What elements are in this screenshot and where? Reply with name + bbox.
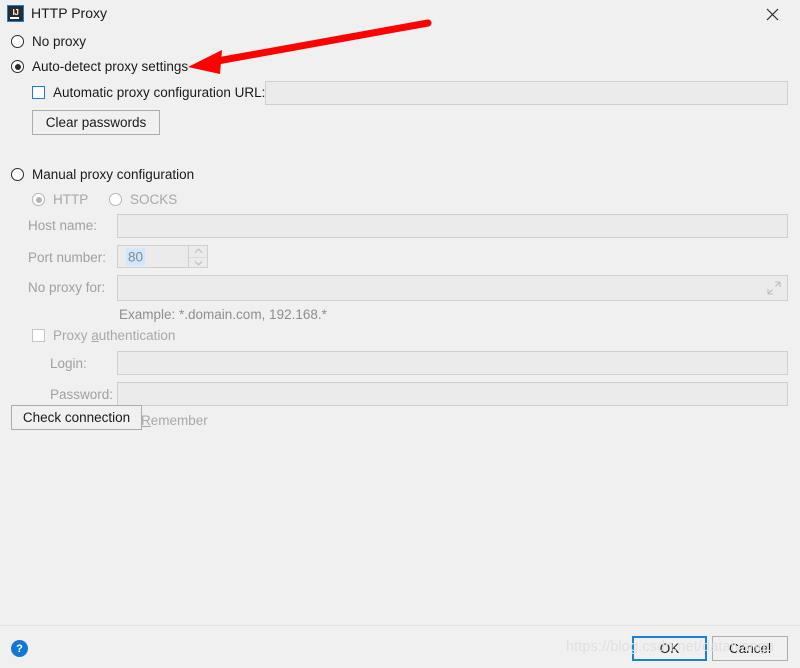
radio-http-indicator[interactable] (32, 193, 45, 206)
dialog-body: No proxy Auto-detect proxy settings Auto… (0, 28, 800, 625)
radio-no-proxy-indicator[interactable] (11, 35, 24, 48)
password-label: Password: (50, 387, 114, 402)
checkbox-remember-label: Remember (141, 413, 208, 428)
help-icon[interactable]: ? (11, 640, 28, 657)
radio-protocol-http[interactable]: HTTP (32, 192, 88, 207)
intellij-idea-icon: IJ (7, 5, 24, 22)
checkbox-pac-url-label: Automatic proxy configuration URL: (53, 85, 266, 100)
radio-manual-proxy-indicator[interactable] (11, 168, 24, 181)
radio-auto-detect-proxy[interactable]: Auto-detect proxy settings (11, 59, 188, 74)
radio-auto-detect-label: Auto-detect proxy settings (32, 59, 189, 74)
port-stepper-down[interactable] (189, 258, 207, 269)
password-input[interactable] (117, 382, 788, 406)
radio-socks-label: SOCKS (130, 192, 178, 207)
window-title: HTTP Proxy (31, 5, 107, 21)
host-name-label: Host name: (28, 218, 98, 233)
checkbox-proxy-authentication[interactable]: Proxy authentication (32, 328, 175, 343)
cancel-button[interactable]: Cancel (712, 636, 788, 661)
port-number-value: 80 (126, 248, 146, 265)
port-number-input[interactable]: 80 (117, 245, 208, 268)
login-label: Login: (50, 356, 87, 371)
radio-http-label: HTTP (53, 192, 89, 207)
port-number-stepper[interactable] (188, 246, 207, 268)
title-bar: IJ HTTP Proxy (0, 0, 800, 28)
pac-url-input[interactable] (265, 81, 788, 105)
radio-no-proxy[interactable]: No proxy (11, 34, 86, 49)
port-number-label: Port number: (28, 250, 107, 265)
radio-manual-proxy-label: Manual proxy configuration (32, 167, 195, 182)
expand-icon[interactable] (767, 281, 781, 295)
radio-protocol-socks[interactable]: SOCKS (109, 192, 177, 207)
check-connection-button[interactable]: Check connection (11, 405, 142, 430)
radio-socks-indicator[interactable] (109, 193, 122, 206)
host-name-input[interactable] (117, 214, 788, 238)
no-proxy-for-label: No proxy for: (28, 280, 106, 295)
port-stepper-up[interactable] (189, 246, 207, 258)
ok-button[interactable]: OK (632, 636, 707, 661)
close-icon[interactable] (752, 0, 792, 28)
checkbox-pac-url[interactable]: Automatic proxy configuration URL: (32, 85, 265, 100)
radio-no-proxy-label: No proxy (32, 34, 87, 49)
no-proxy-example-hint: Example: *.domain.com, 192.168.* (119, 307, 327, 322)
login-input[interactable] (117, 351, 788, 375)
checkbox-proxy-authentication-label: Proxy authentication (53, 328, 176, 343)
checkbox-proxy-authentication-indicator[interactable] (32, 329, 45, 342)
checkbox-pac-url-indicator[interactable] (32, 86, 45, 99)
no-proxy-for-input[interactable] (117, 275, 788, 301)
clear-passwords-button[interactable]: Clear passwords (32, 110, 160, 135)
radio-manual-proxy[interactable]: Manual proxy configuration (11, 167, 194, 182)
radio-auto-detect-indicator[interactable] (11, 60, 24, 73)
